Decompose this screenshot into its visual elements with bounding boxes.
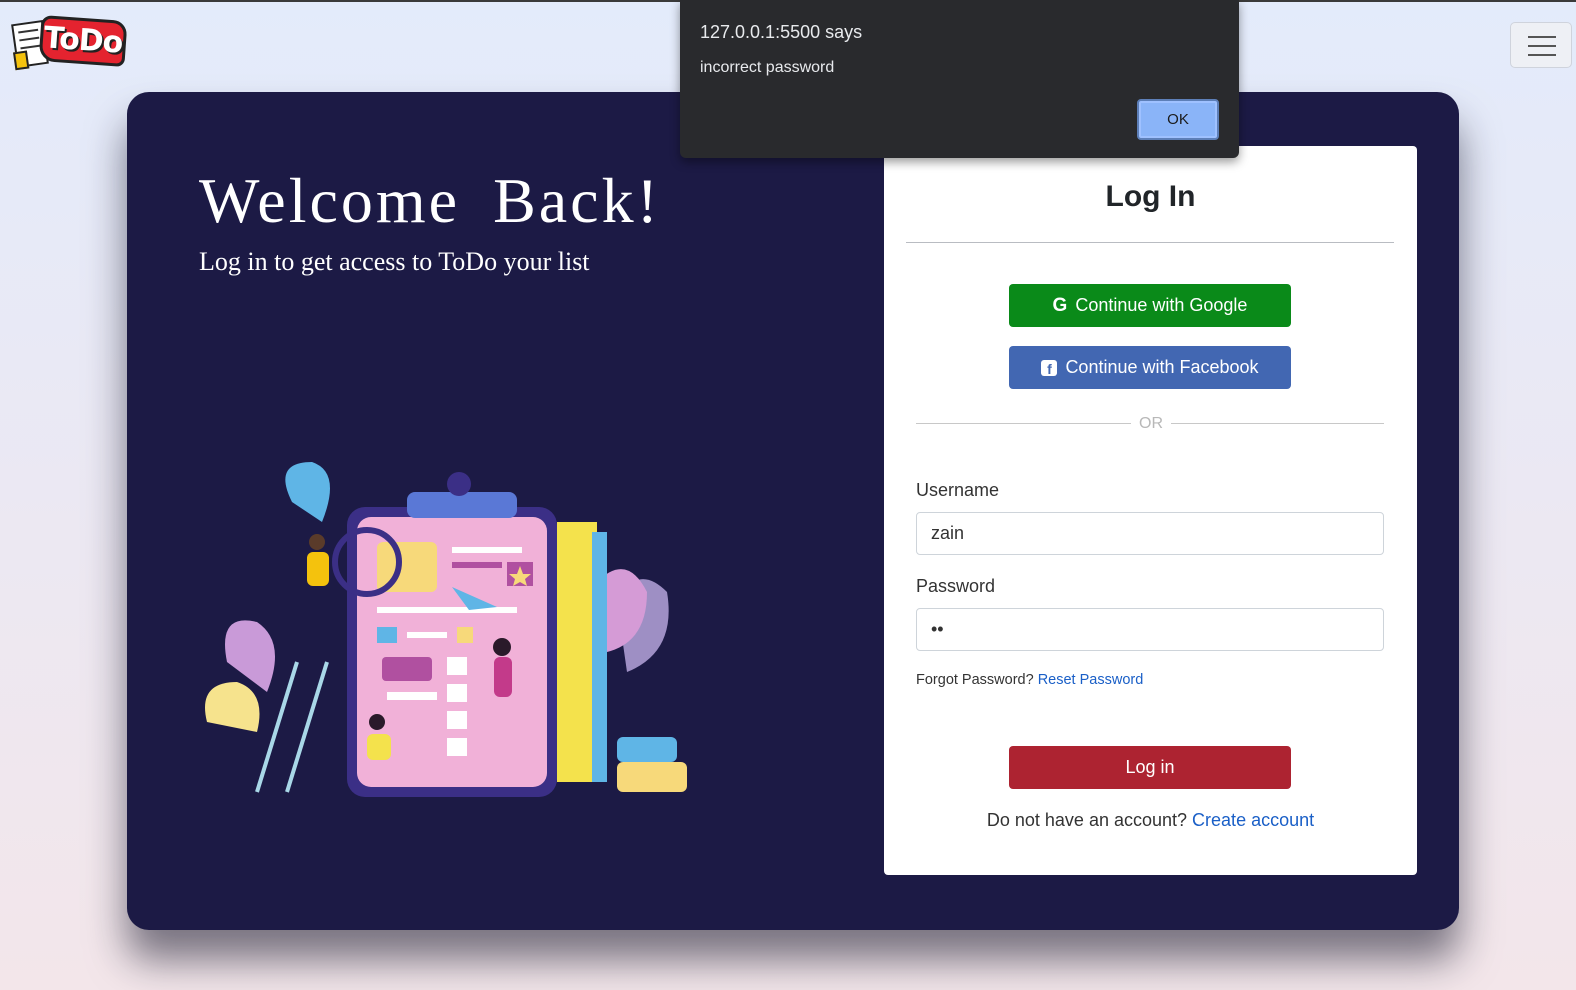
password-input[interactable]: •• bbox=[916, 608, 1384, 651]
login-title: Log In bbox=[1105, 180, 1196, 213]
alert-ok-button[interactable]: OK bbox=[1137, 99, 1219, 140]
username-input[interactable]: zain bbox=[916, 512, 1384, 555]
forgot-password-row: Forgot Password? Reset Password bbox=[916, 672, 1143, 688]
login-panel: Log In G Continue with Google f Continue… bbox=[884, 146, 1417, 875]
create-account-link[interactable]: Create account bbox=[1192, 810, 1314, 830]
google-login-label: Continue with Google bbox=[1075, 295, 1248, 315]
welcome-subtitle: Log in to get access to ToDo your list bbox=[199, 247, 590, 276]
todo-logo[interactable]: ToDo bbox=[11, 15, 128, 71]
facebook-icon: f bbox=[1041, 359, 1058, 377]
or-divider-left bbox=[916, 423, 1131, 424]
google-icon: G bbox=[1052, 294, 1068, 316]
login-card: Welcome Back! Log in to get access to To… bbox=[127, 92, 1459, 930]
or-separator: OR bbox=[1139, 415, 1163, 432]
google-login-button[interactable]: G Continue with Google bbox=[1009, 284, 1291, 327]
login-button[interactable]: Log in bbox=[1009, 746, 1291, 789]
password-label: Password bbox=[916, 576, 996, 596]
facebook-login-label: Continue with Facebook bbox=[1065, 357, 1259, 377]
username-label: Username bbox=[916, 480, 1000, 500]
no-account-text: Do not have an account? bbox=[986, 810, 1188, 830]
alert-title: 127.0.0.1:5500 says bbox=[700, 22, 863, 42]
signup-row: Do not have an account? Create account bbox=[884, 810, 1417, 831]
welcome-heading: Welcome Back! bbox=[199, 165, 661, 236]
reset-password-link[interactable]: Reset Password bbox=[1038, 672, 1144, 688]
title-divider bbox=[906, 242, 1394, 243]
todo-list-illustration bbox=[205, 462, 687, 797]
hamburger-menu-button[interactable] bbox=[1510, 22, 1572, 68]
alert-dialog: 127.0.0.1:5500 says incorrect password O… bbox=[680, 0, 1239, 158]
facebook-login-button[interactable]: f Continue with Facebook bbox=[1009, 346, 1291, 389]
forgot-password-text: Forgot Password? bbox=[916, 672, 1034, 688]
logo-wordmark: ToDo bbox=[38, 15, 128, 67]
alert-message: incorrect password bbox=[700, 59, 835, 76]
or-divider-right bbox=[1171, 423, 1384, 424]
